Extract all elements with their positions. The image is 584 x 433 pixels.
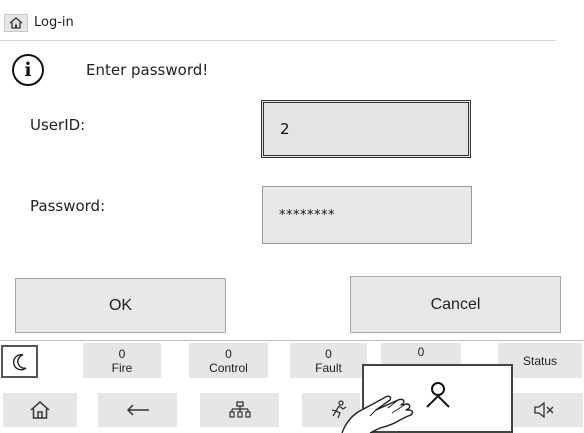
status-label: Status bbox=[522, 353, 558, 368]
hand-pointer-icon bbox=[341, 395, 414, 433]
arrow-left-icon bbox=[126, 404, 149, 416]
info-message: Enter password! bbox=[86, 61, 209, 79]
fire-label: Fire bbox=[111, 360, 133, 375]
home-icon bbox=[30, 400, 50, 419]
home-icon bbox=[9, 17, 23, 29]
network-tree-icon bbox=[228, 401, 251, 418]
password-label: Password: bbox=[30, 197, 106, 215]
home-tab[interactable] bbox=[4, 14, 28, 32]
mute-button[interactable] bbox=[505, 393, 583, 427]
control-label: Control bbox=[209, 360, 248, 375]
breadcrumb: Log-in bbox=[34, 15, 74, 30]
userid-field[interactable]: 2 bbox=[261, 100, 471, 158]
ok-button[interactable]: OK bbox=[15, 278, 226, 333]
info-icon: i bbox=[12, 54, 44, 86]
fire-counter[interactable]: 0 Fire bbox=[83, 343, 161, 378]
fourth-count: 0 bbox=[417, 345, 425, 359]
fault-label: Fault bbox=[315, 360, 342, 375]
moon-icon bbox=[12, 353, 26, 370]
speaker-mute-icon bbox=[534, 402, 554, 418]
control-count: 0 bbox=[225, 346, 232, 361]
control-counter[interactable]: 0 Control bbox=[189, 343, 268, 378]
fault-counter[interactable]: 0 Fault bbox=[290, 343, 367, 378]
fault-count: 0 bbox=[325, 346, 332, 361]
status-divider bbox=[0, 340, 584, 341]
back-button[interactable] bbox=[98, 393, 177, 427]
home-button[interactable] bbox=[3, 393, 77, 427]
fire-count: 0 bbox=[118, 346, 126, 361]
cancel-button[interactable]: Cancel bbox=[350, 276, 561, 333]
structure-button[interactable] bbox=[200, 393, 279, 427]
header-divider bbox=[0, 40, 556, 41]
password-field[interactable]: ******** bbox=[262, 186, 472, 244]
night-mode-button[interactable] bbox=[1, 345, 38, 378]
userid-label: UserID: bbox=[30, 116, 86, 134]
